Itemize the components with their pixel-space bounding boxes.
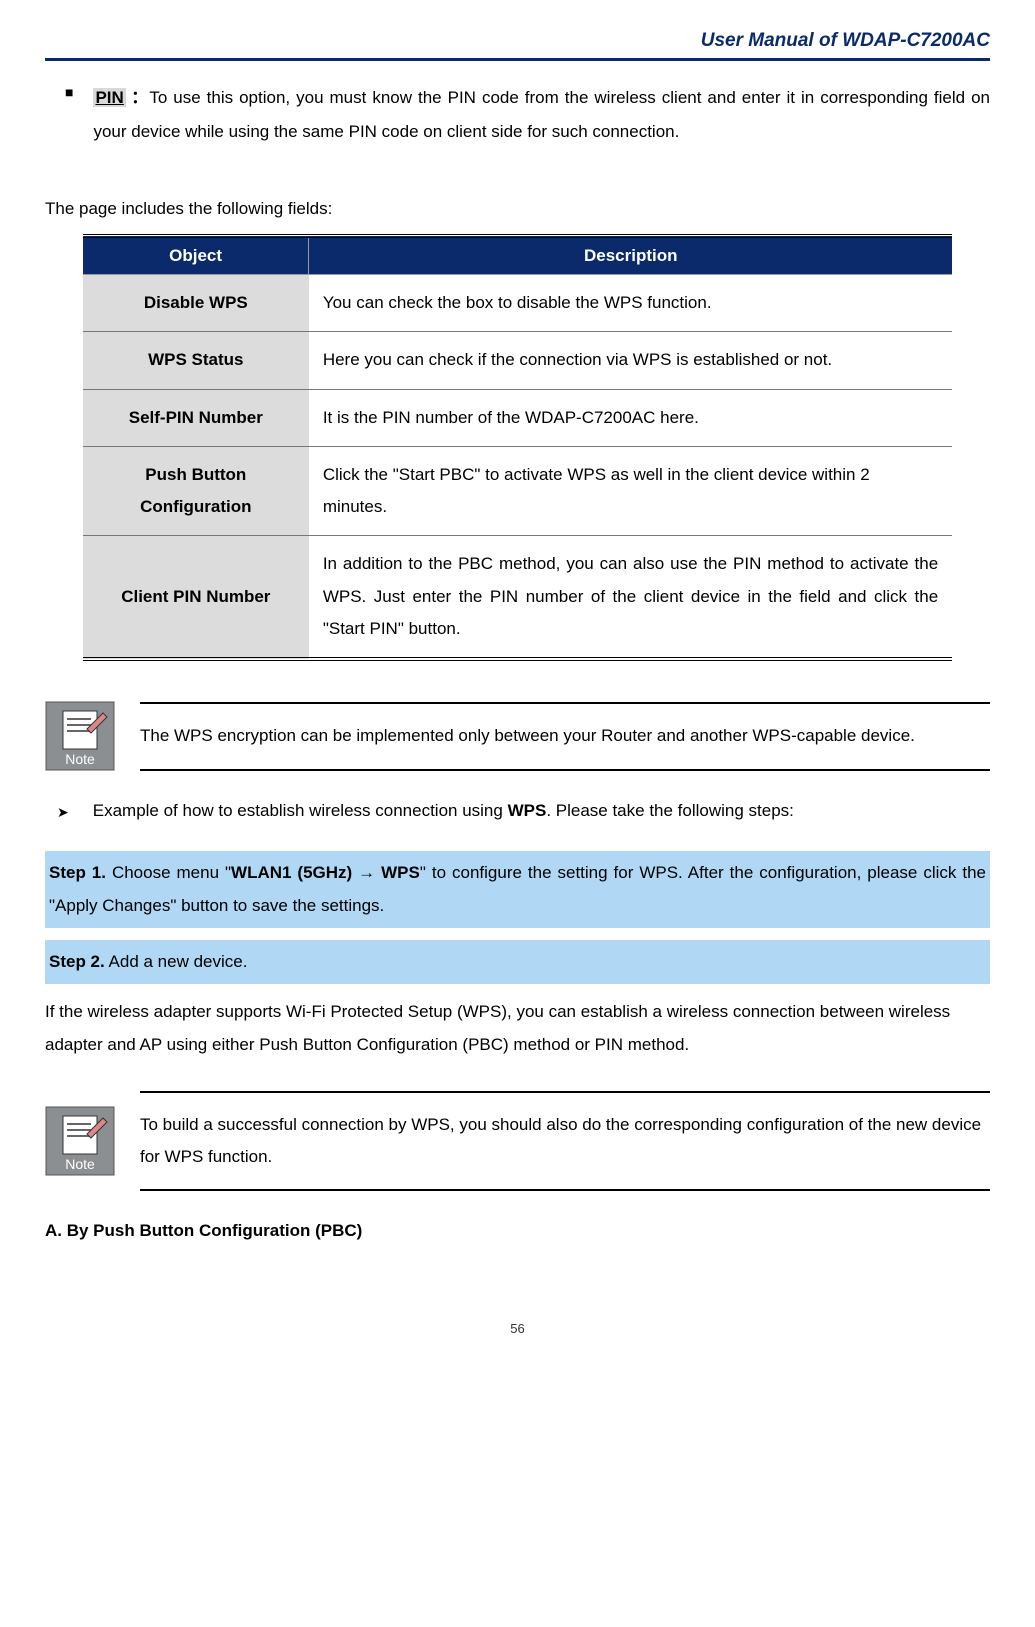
pin-colon: ：	[130, 88, 150, 107]
section-a-heading: A. By Push Button Configuration (PBC)	[45, 1221, 990, 1241]
cell-object: Disable WPS	[83, 275, 309, 332]
header-title: User Manual of WDAP-C7200AC	[45, 30, 990, 58]
svg-text:Note: Note	[65, 751, 95, 767]
note-icon: Note	[45, 1106, 115, 1176]
table-row: Disable WPS You can check the box to dis…	[83, 275, 952, 332]
table-row: Client PIN Number In addition to the PBC…	[83, 536, 952, 659]
step1-p1: Choose menu "	[106, 863, 231, 882]
th-description: Description	[309, 236, 952, 275]
step-1: Step 1. Choose menu "WLAN1 (5GHz) → WPS"…	[45, 851, 990, 928]
example-prefix: Example of how to establish wireless con…	[93, 801, 508, 820]
note-icon: Note	[45, 701, 115, 771]
cell-object: Push Button Configuration	[83, 446, 309, 536]
table-row: Push Button Configuration Click the "Sta…	[83, 446, 952, 536]
cell-object: Client PIN Number	[83, 536, 309, 659]
step2-num: Step 2.	[49, 952, 105, 971]
square-bullet-icon: ■	[65, 84, 73, 149]
note-block-1: Note The WPS encryption can be implement…	[45, 701, 990, 771]
pin-body: To use this option, you must know the PI…	[93, 88, 990, 141]
after-step2-text: If the wireless adapter supports Wi-Fi P…	[45, 996, 990, 1061]
table-row: Self-PIN Number It is the PIN number of …	[83, 389, 952, 446]
cell-desc: Here you can check if the connection via…	[309, 332, 952, 389]
example-text: Example of how to establish wireless con…	[93, 801, 794, 821]
example-suffix: . Please take the following steps:	[546, 801, 794, 820]
cell-desc: It is the PIN number of the WDAP-C7200AC…	[309, 389, 952, 446]
th-object: Object	[83, 236, 309, 275]
table-row: WPS Status Here you can check if the con…	[83, 332, 952, 389]
pin-text: PIN ：To use this option, you must know th…	[93, 81, 990, 149]
note-text-1: The WPS encryption can be implemented on…	[140, 702, 990, 770]
example-line: ➤ Example of how to establish wireless c…	[57, 801, 990, 821]
example-bold: WPS	[508, 801, 547, 820]
step1-num: Step 1.	[49, 863, 106, 882]
table-header-row: Object Description	[83, 236, 952, 275]
fields-table: Object Description Disable WPS You can c…	[83, 234, 952, 661]
page-number: 56	[45, 1321, 990, 1336]
pin-label: PIN	[93, 88, 125, 107]
cell-desc: You can check the box to disable the WPS…	[309, 275, 952, 332]
cell-object: WPS Status	[83, 332, 309, 389]
pin-section: ■ PIN ：To use this option, you must know …	[65, 81, 990, 149]
fields-intro: The page includes the following fields:	[45, 199, 990, 219]
cell-object: Self-PIN Number	[83, 389, 309, 446]
cell-desc: In addition to the PBC method, you can a…	[309, 536, 952, 659]
step-2: Step 2. Add a new device.	[45, 940, 990, 984]
cell-desc: Click the "Start PBC" to activate WPS as…	[309, 446, 952, 536]
note-block-2: Note To build a successful connection by…	[45, 1091, 990, 1192]
svg-text:Note: Note	[65, 1156, 95, 1172]
chevron-right-icon: ➤	[57, 804, 69, 821]
step2-text: Add a new device.	[105, 952, 248, 971]
note-text-2: To build a successful connection by WPS,…	[140, 1091, 990, 1192]
header-rule	[45, 58, 990, 61]
step1-menu: WLAN1 (5GHz) → WPS	[231, 863, 420, 882]
